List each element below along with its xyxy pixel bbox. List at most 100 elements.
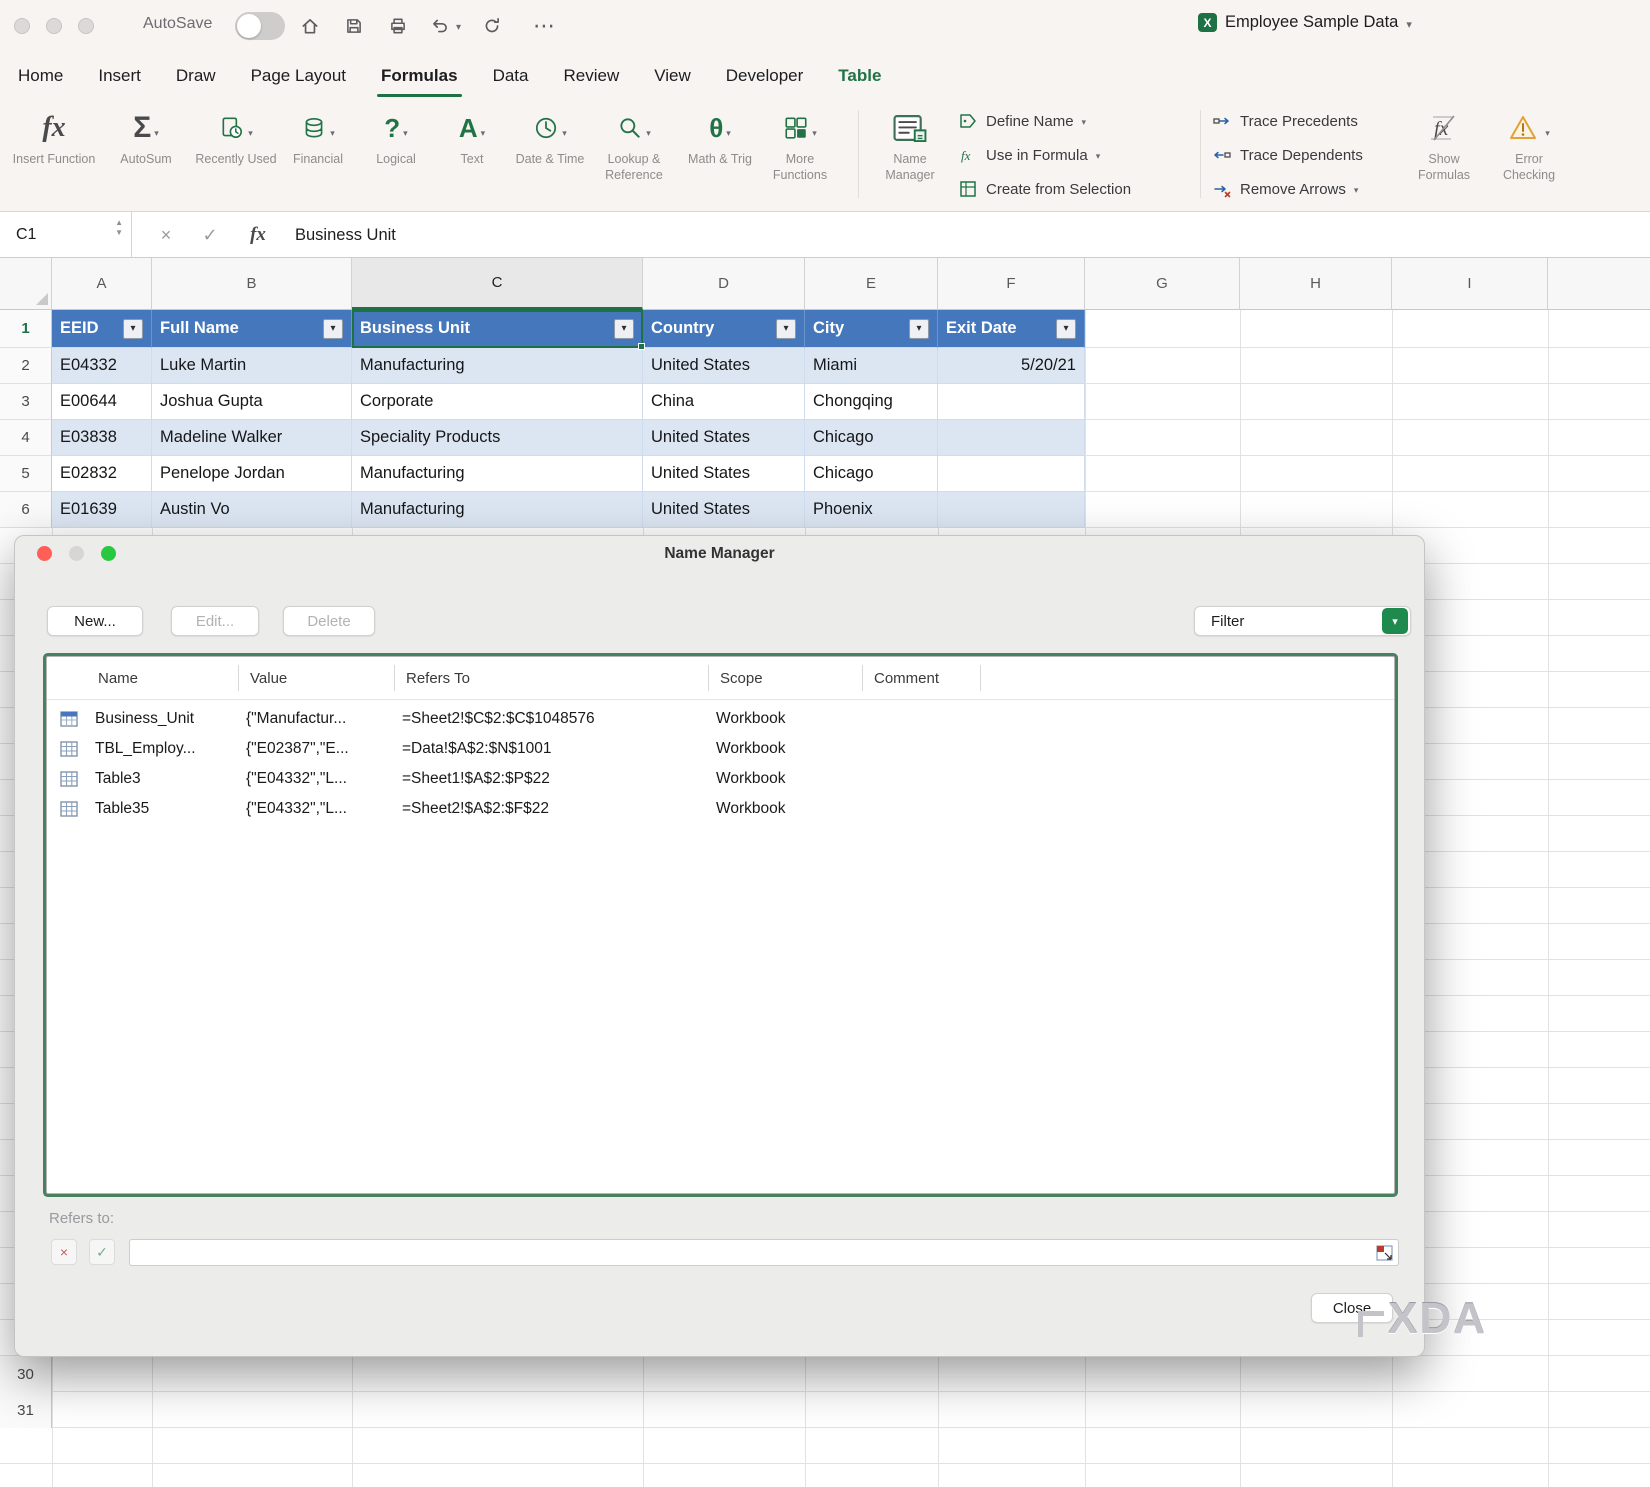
cell[interactable] [938,456,1085,492]
names-col-name[interactable]: Name [98,657,138,699]
filter-dropdown[interactable]: Filter ▾ [1194,606,1411,636]
cell[interactable]: E04332 [52,348,152,384]
col-header-I[interactable]: I [1392,258,1548,310]
create-from-selection-button[interactable]: Create from Selection [958,172,1173,206]
cell[interactable] [938,492,1085,528]
tab-page-layout[interactable]: Page Layout [251,52,346,100]
cell[interactable]: Joshua Gupta [152,384,352,420]
list-item[interactable]: Table3 {"E04332","L... =Sheet1!$A$2:$P$2… [47,764,1394,794]
refers-to-input[interactable] [129,1239,1399,1266]
cell[interactable]: E01639 [52,492,152,528]
list-item[interactable]: Table35 {"E04332","L... =Sheet2!$A$2:$F$… [47,794,1394,824]
cell[interactable]: Chongqing [805,384,938,420]
formula-bar-value[interactable]: Business Unit [295,212,396,258]
tab-formulas[interactable]: Formulas [381,52,458,100]
cancel-entry-icon[interactable]: × [146,212,186,258]
header-cell-full-name[interactable]: Full Name▾ [152,310,352,348]
edit-name-button[interactable]: Edit... [171,606,259,636]
cell[interactable]: United States [643,492,805,528]
select-all-corner[interactable] [0,258,52,310]
delete-name-button[interactable]: Delete [283,606,375,636]
list-item[interactable]: TBL_Employ... {"E02387","E... =Data!$A$2… [47,734,1394,764]
cell[interactable]: Manufacturing [352,348,643,384]
name-box-stepper[interactable]: ▲▼ [115,219,123,237]
cell[interactable]: 5/20/21 [938,348,1085,384]
remove-arrows-button[interactable]: Remove Arrows ▾ [1212,172,1427,206]
window-zoom-icon[interactable] [78,18,94,34]
row-header-4[interactable]: 4 [0,420,52,456]
row-header-6[interactable]: 6 [0,492,52,528]
col-header-C[interactable]: C [352,258,643,310]
cell[interactable]: E00644 [52,384,152,420]
col-header-G[interactable]: G [1085,258,1240,310]
row-header-1[interactable]: 1 [0,310,52,348]
cell[interactable]: Chicago [805,456,938,492]
cell[interactable]: Corporate [352,384,643,420]
header-cell-business-unit[interactable]: Business Unit▾ [352,310,643,348]
cell[interactable]: China [643,384,805,420]
col-header-A[interactable]: A [52,258,152,310]
cell[interactable] [938,384,1085,420]
header-cell-eeid[interactable]: EEID▾ [52,310,152,348]
save-icon[interactable] [342,14,366,38]
tab-draw[interactable]: Draw [176,52,216,100]
cell[interactable]: United States [643,456,805,492]
name-box[interactable]: C1 ▲▼ [0,212,132,258]
autosave-toggle[interactable] [235,12,285,40]
filter-icon[interactable]: ▾ [614,319,634,339]
lookup-reference-button[interactable]: ▾ Lookup & Reference [588,106,680,183]
date-time-button[interactable]: ▾ Date & Time [508,106,592,168]
text-button[interactable]: A▾ Text [430,106,514,168]
filter-chevron-icon[interactable]: ▾ [1382,608,1408,634]
recently-used-button[interactable]: ▾ Recently Used [194,106,278,168]
header-cell-exit-date[interactable]: Exit Date▾ [938,310,1085,348]
names-col-scope[interactable]: Scope [720,657,763,699]
names-col-comment[interactable]: Comment [874,657,939,699]
tab-review[interactable]: Review [563,52,619,100]
tab-view[interactable]: View [654,52,691,100]
new-name-button[interactable]: New... [47,606,143,636]
tab-table[interactable]: Table [838,52,881,100]
cell[interactable]: Madeline Walker [152,420,352,456]
cell[interactable]: Speciality Products [352,420,643,456]
cell[interactable]: Manufacturing [352,456,643,492]
row-header-2[interactable]: 2 [0,348,52,384]
tab-insert[interactable]: Insert [98,52,141,100]
cell[interactable] [938,420,1085,456]
cell[interactable]: Luke Martin [152,348,352,384]
trace-precedents-button[interactable]: Trace Precedents [1212,104,1427,138]
insert-function-button[interactable]: fx Insert Function [12,106,96,168]
show-formulas-button[interactable]: fx Show Formulas [1408,106,1480,183]
refers-confirm-icon[interactable]: ✓ [89,1239,115,1265]
document-title[interactable]: Employee Sample Data [1225,13,1398,32]
undo-icon[interactable] [428,14,452,38]
cell[interactable]: E03838 [52,420,152,456]
cell[interactable]: United States [643,420,805,456]
tab-developer[interactable]: Developer [726,52,804,100]
filter-icon[interactable]: ▾ [776,319,796,339]
cell[interactable]: Manufacturing [352,492,643,528]
col-header-E[interactable]: E [805,258,938,310]
cell[interactable]: Chicago [805,420,938,456]
row-header-3[interactable]: 3 [0,384,52,420]
filter-icon[interactable]: ▾ [123,319,143,339]
more-commands-icon[interactable]: ⋯ [532,14,556,38]
print-icon[interactable] [386,14,410,38]
list-item[interactable]: Business_Unit {"Manufactur... =Sheet2!$C… [47,704,1394,734]
tab-data[interactable]: Data [493,52,529,100]
window-minimize-icon[interactable] [46,18,62,34]
refers-cancel-icon[interactable]: × [51,1239,77,1265]
row-header-31[interactable]: 31 [0,1392,52,1428]
tab-home[interactable]: Home [18,52,63,100]
undo-chevron-icon[interactable]: ▾ [456,22,461,33]
error-checking-button[interactable]: ▾ Error Checking [1490,106,1568,183]
financial-button[interactable]: ▾ Financial [276,106,360,168]
filter-icon[interactable]: ▾ [909,319,929,339]
col-header-H[interactable]: H [1240,258,1392,310]
header-cell-city[interactable]: City▾ [805,310,938,348]
define-name-button[interactable]: Define Name ▾ [958,104,1173,138]
row-header-30[interactable]: 30 [0,1356,52,1392]
document-title-chevron-icon[interactable]: ▾ [1406,18,1412,31]
insert-function-fx-icon[interactable]: fx [238,212,278,258]
col-header-F[interactable]: F [938,258,1085,310]
